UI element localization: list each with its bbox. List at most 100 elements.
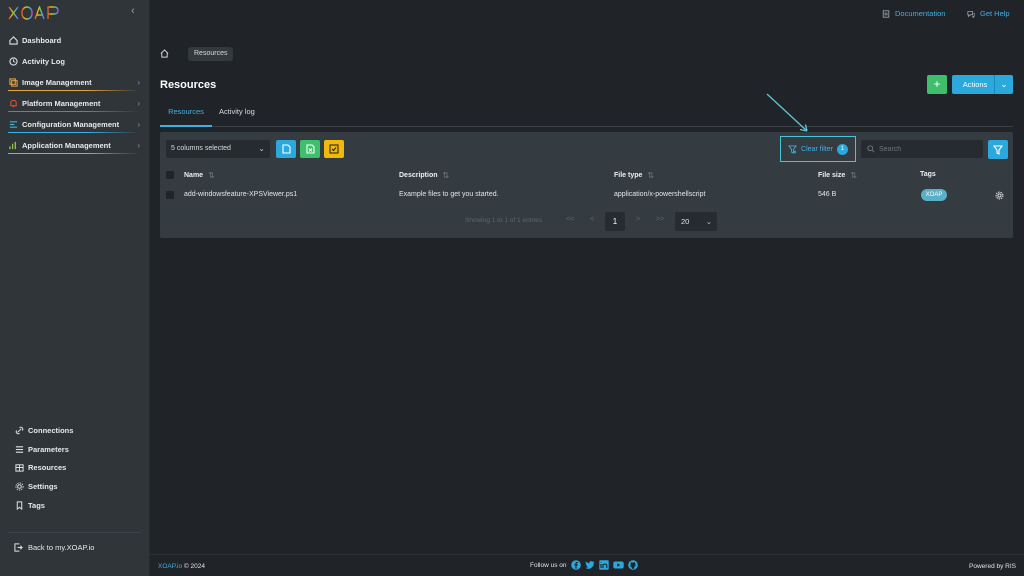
link-icon xyxy=(14,425,24,435)
nav-underline xyxy=(8,132,140,133)
select-all-checkbox[interactable] xyxy=(166,171,174,179)
clear-filter-label: Clear filter xyxy=(801,145,833,153)
sidebar: ‹ Dashboard Activity Log Image Managemen… xyxy=(0,0,150,576)
nav-application-management[interactable]: Application Management › xyxy=(0,135,150,156)
nav-parameters-label: Parameters xyxy=(28,444,69,454)
nav-image-management[interactable]: Image Management › xyxy=(0,72,150,93)
documentation-link[interactable]: Documentation xyxy=(882,9,945,18)
sort-icon[interactable]: ⇅ xyxy=(443,171,450,180)
tab-bar: Resources Activity log xyxy=(160,101,1013,127)
nav-configuration-management[interactable]: Configuration Management › xyxy=(0,114,150,135)
youtube-icon[interactable] xyxy=(612,560,624,570)
nav-tags[interactable]: Tags xyxy=(0,496,150,515)
column-header-label: File size xyxy=(818,172,846,179)
sort-icon[interactable]: ⇅ xyxy=(647,171,654,180)
nav-underline xyxy=(8,111,140,112)
breadcrumb-home-icon[interactable] xyxy=(160,49,169,60)
column-header-file-size[interactable]: File size ⇅ xyxy=(818,171,857,180)
follow-label: Follow us on xyxy=(530,561,567,569)
nav-parameters[interactable]: Parameters xyxy=(0,440,150,459)
filter-count-badge: 1 xyxy=(836,143,848,155)
prev-page-button[interactable]: < xyxy=(590,216,594,223)
nav-dashboard[interactable]: Dashboard xyxy=(0,30,150,51)
sort-icon[interactable]: ⇅ xyxy=(850,171,857,180)
filter-button[interactable] xyxy=(988,140,1008,159)
filter-icon xyxy=(993,144,1003,155)
help-icon xyxy=(967,10,975,18)
bookmark-icon xyxy=(14,500,24,510)
nav-platform-management[interactable]: Platform Management › xyxy=(0,93,150,114)
document-icon xyxy=(882,9,890,18)
back-link[interactable]: Back to my.XOAP.io xyxy=(14,543,94,552)
facebook-icon[interactable] xyxy=(570,560,581,570)
powered-by: Powered by RIS xyxy=(969,563,1016,570)
column-header-description[interactable]: Description ⇅ xyxy=(399,171,449,180)
collapse-sidebar-icon[interactable]: ‹ xyxy=(131,5,135,17)
list-icon xyxy=(14,444,24,454)
column-header-file-type[interactable]: File type ⇅ xyxy=(614,171,654,180)
column-header-tags: Tags xyxy=(920,171,936,178)
config-icon xyxy=(8,120,18,130)
chevron-down-icon: ⌄ xyxy=(705,217,712,226)
next-page-button[interactable]: > xyxy=(636,216,640,223)
search-box[interactable] xyxy=(861,140,983,158)
clear-filter-button[interactable]: Clear filter 1 xyxy=(780,136,856,162)
export-csv-button[interactable] xyxy=(276,140,296,158)
column-selector-value: 5 columns selected xyxy=(171,145,231,152)
footer: XOAP.io © 2024 Follow us on Powered by R… xyxy=(150,554,1024,576)
divider xyxy=(8,532,141,533)
footer-brand-link[interactable]: XOAP.io xyxy=(158,563,182,570)
tag-badge[interactable]: XOAP xyxy=(921,189,947,201)
row-settings-gear-icon[interactable] xyxy=(995,191,1004,202)
annotation-arrow xyxy=(766,93,808,132)
documentation-label: Documentation xyxy=(895,9,946,18)
export-pdf-button[interactable] xyxy=(324,140,344,158)
actions-button[interactable]: Actions ⌄ xyxy=(952,75,1013,94)
back-link-label: Back to my.XOAP.io xyxy=(28,543,95,552)
first-page-button[interactable]: << xyxy=(566,216,574,223)
column-header-label: Tags xyxy=(920,171,936,178)
footer-copyright: XOAP.io © 2024 xyxy=(158,563,205,570)
image-icon xyxy=(8,78,18,88)
nav-settings[interactable]: Settings xyxy=(0,477,150,496)
secondary-nav: Connections Parameters Resources Setting… xyxy=(0,421,150,514)
linkedin-icon[interactable] xyxy=(598,560,609,570)
column-selector[interactable]: 5 columns selected ⌄ xyxy=(166,140,270,158)
nav-connections[interactable]: Connections xyxy=(0,421,150,440)
twitter-icon[interactable] xyxy=(584,560,595,570)
clock-icon xyxy=(8,57,18,67)
nav-application-management-label: Application Management xyxy=(22,141,111,150)
pagination-info: Showing 1 to 1 of 1 entries xyxy=(465,217,542,224)
footer-copyright-text: © 2024 xyxy=(182,563,205,570)
nav-resources[interactable]: Resources xyxy=(0,458,150,477)
nav-underline xyxy=(8,153,140,154)
current-page-button[interactable]: 1 xyxy=(605,212,625,231)
get-help-link[interactable]: Get Help xyxy=(967,9,1010,18)
github-icon[interactable] xyxy=(627,560,638,570)
chevron-down-icon[interactable]: ⌄ xyxy=(995,79,1013,90)
sort-icon[interactable]: ⇅ xyxy=(208,171,215,180)
tab-resources[interactable]: Resources xyxy=(160,101,212,127)
main-nav: Dashboard Activity Log Image Management … xyxy=(0,30,150,156)
xoap-logo[interactable] xyxy=(8,6,60,20)
last-page-button[interactable]: >> xyxy=(656,216,664,223)
column-header-name[interactable]: Name ⇅ xyxy=(184,171,215,180)
search-input[interactable] xyxy=(879,145,979,153)
nav-settings-label: Settings xyxy=(28,481,58,491)
add-resource-button[interactable]: + xyxy=(927,75,947,94)
search-icon xyxy=(867,145,875,153)
cell-file-type: application/x-powershellscript xyxy=(614,191,706,198)
excel-icon xyxy=(305,144,315,154)
nav-dashboard-label: Dashboard xyxy=(22,36,62,45)
home-icon xyxy=(8,36,18,46)
row-checkbox[interactable] xyxy=(166,191,174,199)
footer-social: Follow us on xyxy=(530,560,638,570)
export-excel-button[interactable] xyxy=(300,140,320,158)
filter-clear-icon xyxy=(788,144,798,154)
tab-activity-log[interactable]: Activity log xyxy=(219,101,255,127)
page-size-select[interactable]: 20 ⌄ xyxy=(675,212,717,231)
nav-activity-log[interactable]: Activity Log xyxy=(0,51,150,72)
cell-name[interactable]: add-windowsfeature-XPSViewer.ps1 xyxy=(184,191,297,198)
get-help-label: Get Help xyxy=(980,9,1010,18)
chevron-right-icon: › xyxy=(137,99,140,108)
